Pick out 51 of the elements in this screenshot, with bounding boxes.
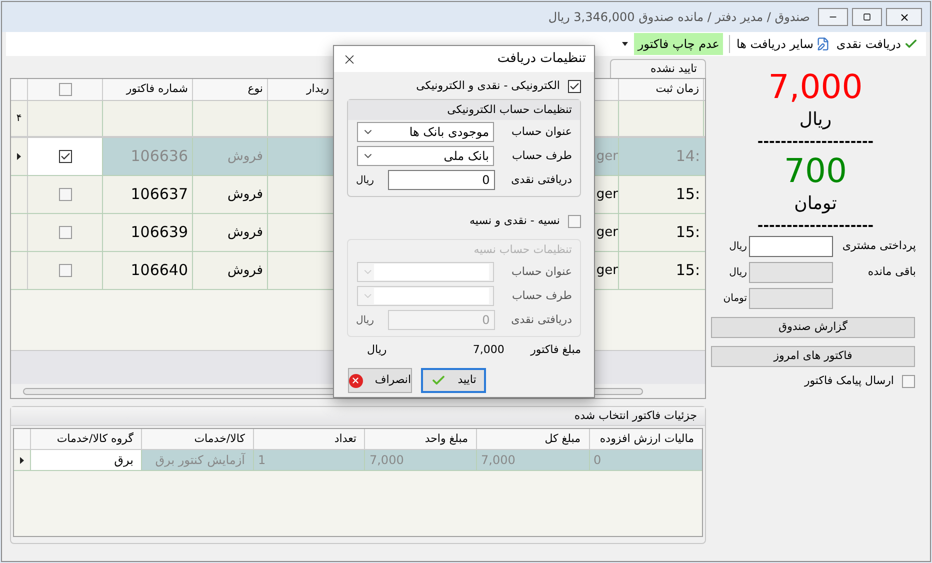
table-cell-text: فروش [227,262,263,280]
table-cell-text: ger [596,186,618,204]
amount-rial: 7,000 [767,67,864,107]
group-title: تنظیمات حساب الکترونیکی [447,102,572,118]
currency-label: ریال [798,108,833,132]
field-label: پرداختی مشتری [842,238,916,252]
table-cell-text: ger [596,262,618,280]
dialog-title: تنظیمات دریافت [497,50,586,68]
field-label: طرف حساب [510,148,572,164]
unit-label: ریال [728,266,747,280]
table-cell-text: 0 [594,452,602,469]
table-cell-text: 15: [676,260,700,282]
table-cell-text: برق [114,452,134,469]
table-cell-text: فروش [227,186,263,204]
separator-text: -------------------- [756,217,875,235]
group-title: جزئیات فاکتور انتخاب شده [574,408,697,424]
table-cell-text: 7,000 [369,452,404,469]
currency-label: تومان [793,192,838,216]
table-cell-text: 106640 [130,260,188,282]
unit-label: ریال [356,174,374,188]
checkbox-label: نسیه - نقدی و نسیه [470,212,560,229]
table-cell-text: ger [596,148,618,166]
table-cell-text: فروش [227,224,263,242]
table-cell-text: 106637 [130,184,188,206]
field-label: مبلغ فاکتور [530,342,581,358]
table-cell-text: 1 [258,452,266,469]
unit-label: ریال [728,240,747,254]
unit-label: ریال [367,342,387,358]
checkbox-label: ارسال پیامک فاکتور [804,373,894,389]
invoice-amount: 7,000 [472,342,504,358]
checkbox-label: الکترونیکی - نقدی و الکترونیکی [416,78,560,94]
unit-label: ریال [356,314,374,328]
table-cell-text: آزمایش کنتور برق [155,452,245,469]
field-label: عنوان حساب [510,264,572,280]
field-label: عنوان حساب [510,124,572,140]
table-cell-text: 106636 [130,146,188,168]
table-cell-text: ger [596,224,618,242]
table-cell-text: 7,000 [481,452,516,469]
table-cell-text: 15: [676,222,700,244]
field-label: طرف حساب [510,288,572,304]
table-cell-text: فروش [227,148,263,166]
separator-text: -------------------- [756,133,875,151]
window-title: صندوق / مدیر دفتر / مانده صندوق 3,346,000 ریال [548,9,810,26]
table-cell-text: 14: [676,146,700,168]
field-label: دریافتی نقدی [510,312,572,328]
unit-label: تومان [722,292,747,306]
amount-toman: 700 [783,151,848,191]
filter-row-marker: ۴ [16,112,22,126]
table-cell-text: 15: [676,184,700,206]
field-label: باقی مانده [868,264,916,278]
table-cell-text: 106639 [130,222,188,244]
